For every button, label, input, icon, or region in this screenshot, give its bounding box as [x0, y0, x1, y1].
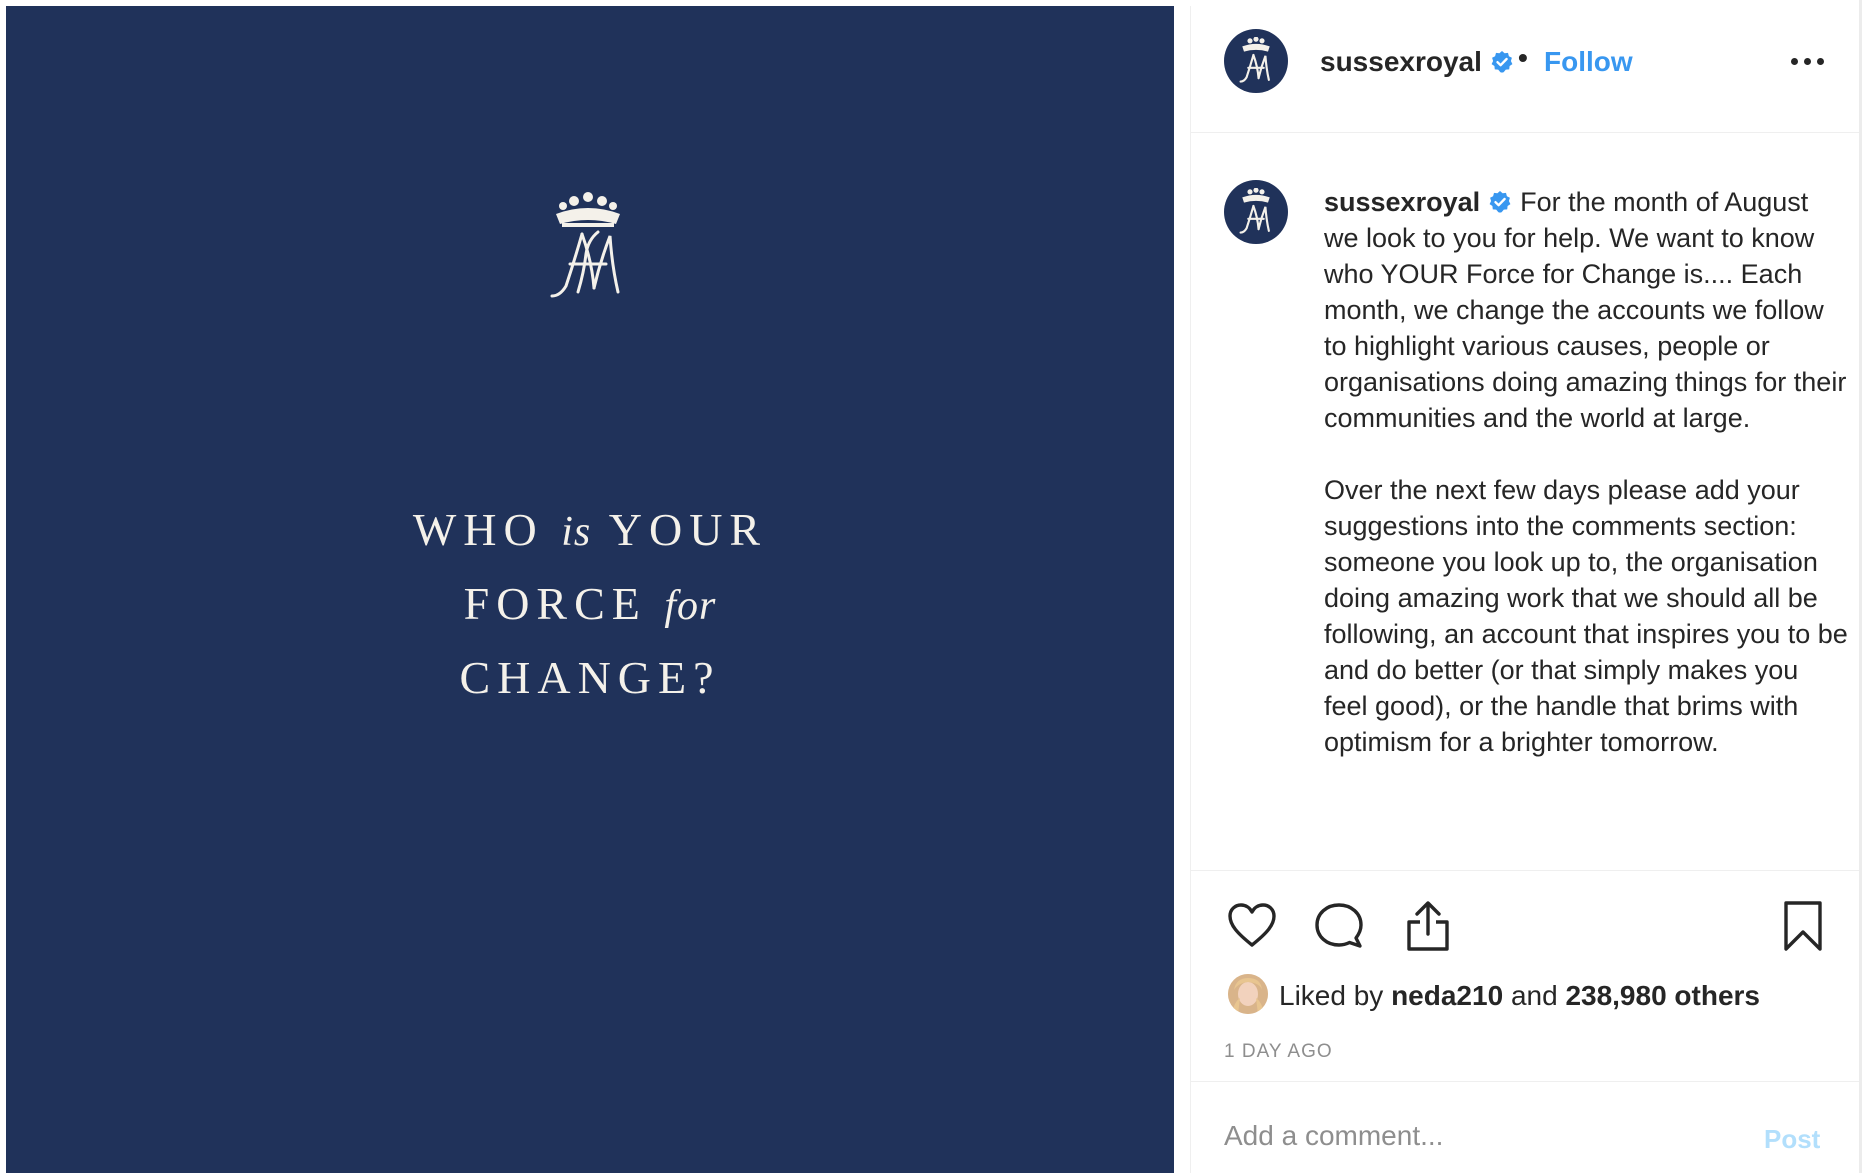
post-headline: WHO is YOUR FORCE for CHANGE?: [6, 494, 1174, 714]
caption-paragraph-1: sussexroyal For the month of August we l…: [1324, 184, 1849, 436]
likes-prefix: Liked by: [1279, 980, 1384, 1011]
header-username[interactable]: sussexroyal: [1320, 46, 1514, 78]
caption-text-1: For the month of August we look to you f…: [1324, 187, 1847, 433]
follow-button[interactable]: Follow: [1544, 46, 1633, 78]
headline-line-2: FORCE for: [6, 568, 1174, 642]
likes-others-link[interactable]: 238,980 others: [1565, 980, 1760, 1011]
monogram-icon: [1239, 37, 1270, 83]
header-divider: [1191, 132, 1859, 133]
comment-divider: [1191, 1081, 1859, 1082]
heart-icon[interactable]: [1227, 902, 1277, 948]
likes-joiner: and: [1510, 980, 1558, 1011]
headline-word-for: for: [664, 583, 717, 629]
comment-bubble-icon[interactable]: [1315, 902, 1363, 950]
headline-line-3: CHANGE?: [6, 642, 1174, 714]
actions-divider: [1191, 870, 1859, 871]
liker-avatar[interactable]: [1228, 974, 1268, 1014]
post-comment-button[interactable]: Post: [1764, 1124, 1820, 1155]
monogram-icon: [1239, 188, 1270, 234]
comment-input[interactable]: [1224, 1116, 1724, 1156]
bookmark-icon[interactable]: [1783, 900, 1823, 952]
likes-summary: Liked by neda210 and 238,980 others: [1279, 980, 1760, 1012]
profile-avatar[interactable]: [1224, 29, 1288, 93]
post-caption: sussexroyal For the month of August we l…: [1324, 184, 1849, 760]
headline-line-1: WHO is YOUR: [6, 494, 1174, 568]
more-horizontal-icon[interactable]: [1791, 58, 1825, 68]
liker-photo: [1228, 974, 1268, 1014]
header-username-text[interactable]: sussexroyal: [1320, 46, 1482, 77]
caption-username[interactable]: sussexroyal: [1324, 187, 1480, 217]
headline-word-who: WHO: [412, 504, 544, 555]
post-side-panel: sussexroyal • Follow sussexroyal For the…: [1191, 6, 1859, 1173]
royal-monogram-logo: [550, 192, 620, 298]
headline-word-change: CHANGE?: [459, 652, 721, 703]
verified-badge-icon: [1491, 51, 1513, 73]
caption-paragraph-2: Over the next few days please add your s…: [1324, 475, 1848, 757]
liker-username[interactable]: neda210: [1391, 980, 1503, 1011]
header-separator: •: [1518, 42, 1528, 73]
post-timestamp[interactable]: 1 DAY AGO: [1224, 1041, 1333, 1063]
headline-word-your: YOUR: [608, 504, 768, 555]
caption-avatar[interactable]: [1224, 180, 1288, 244]
verified-badge-icon: [1489, 191, 1511, 213]
share-icon[interactable]: [1405, 900, 1451, 952]
post-image[interactable]: WHO is YOUR FORCE for CHANGE?: [6, 6, 1174, 1173]
headline-word-force: FORCE: [463, 578, 647, 629]
headline-word-is: is: [561, 509, 592, 555]
